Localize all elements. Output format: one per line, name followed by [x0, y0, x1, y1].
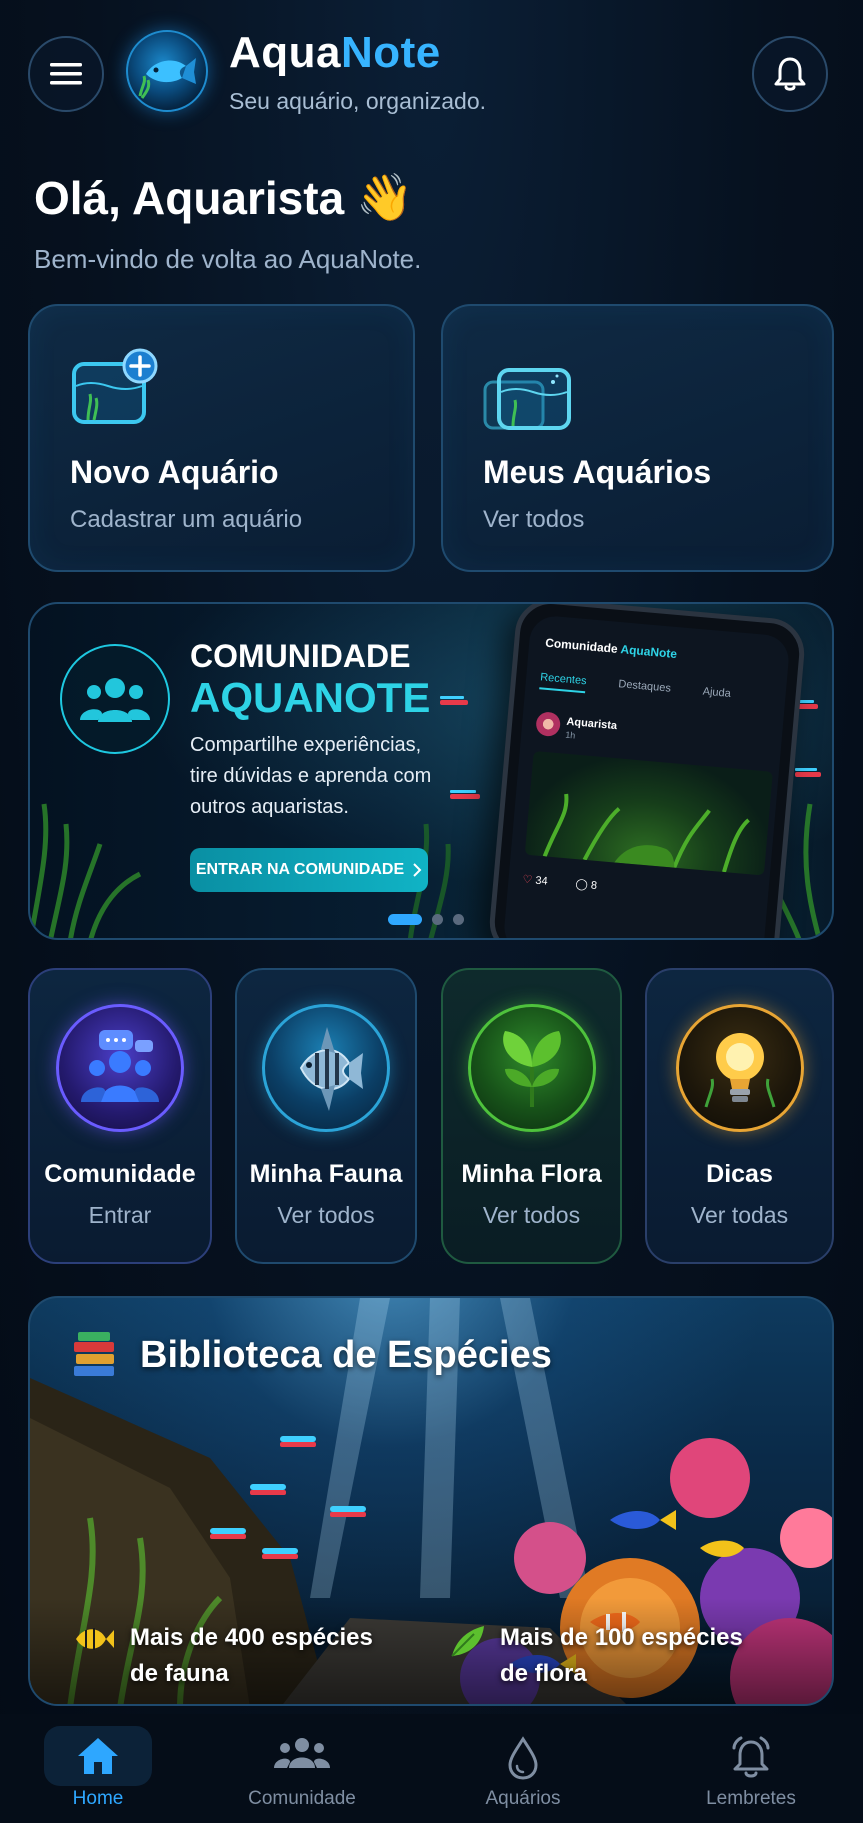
angelfish-icon: [262, 1004, 390, 1132]
category-flora-title: Minha Flora: [461, 1160, 602, 1188]
category-fauna-title: Minha Fauna: [249, 1160, 403, 1188]
nav-home[interactable]: Home: [18, 1726, 178, 1816]
post-image: [524, 750, 773, 876]
leaf-icon: [448, 1624, 486, 1663]
category-community-title: Comunidade: [44, 1160, 196, 1188]
phone-tab-recentes: Recentes: [539, 671, 588, 694]
category-fauna-subtitle: Ver todos: [277, 1202, 375, 1228]
my-aquariums-title: Meus Aquários: [483, 454, 712, 490]
fish-icon: [74, 1624, 114, 1659]
phone-header: Comunidade AquaNote: [544, 635, 678, 662]
library-title: Biblioteca de Espécies: [140, 1334, 552, 1376]
hamburger-icon: [50, 63, 82, 85]
category-flora-card[interactable]: Minha Flora Ver todos: [441, 968, 622, 1264]
post-avatar: [535, 711, 562, 738]
phone-mockup: Comunidade AquaNote Recentes Destaques A…: [486, 604, 808, 938]
fauna-stat: Mais de 400 espécies de fauna: [130, 1624, 373, 1687]
app-subtitle: Seu aquário, organizado.: [229, 88, 487, 114]
group-icon: [80, 678, 150, 722]
lightbulb-icon: [675, 1004, 804, 1132]
category-community-card[interactable]: Comunidade Entrar: [28, 968, 212, 1264]
category-tips-card[interactable]: Dicas Ver todas: [645, 968, 834, 1264]
community-ring: [60, 644, 170, 754]
category-tips-subtitle: Ver todas: [690, 1202, 789, 1228]
nav-community[interactable]: Comunidade: [222, 1726, 382, 1816]
carousel-dot-2[interactable]: [432, 914, 443, 925]
notifications-button[interactable]: [752, 36, 828, 112]
category-flora-subtitle: Ver todos: [482, 1202, 581, 1228]
category-fauna-card[interactable]: Minha Fauna Ver todos: [235, 968, 417, 1264]
phone-tab-ajuda: Ajuda: [702, 685, 732, 700]
carousel-dot-3[interactable]: [453, 914, 464, 925]
carousel-dot-1[interactable]: [388, 914, 422, 925]
community-icon: [56, 1004, 184, 1132]
my-aquariums-subtitle: Ver todos: [483, 506, 585, 533]
category-tips-title: Dicas: [706, 1160, 773, 1188]
post-reactions: ♡ 34 ◯ 8: [522, 873, 598, 892]
banner-description: Compartilhe experiências, tire dúvidas e…: [190, 734, 432, 818]
water-drop-icon: [506, 1736, 540, 1785]
aquariums-stack-icon: [483, 342, 583, 443]
books-icon: [70, 1332, 118, 1385]
community-banner[interactable]: COMUNIDADE AQUANOTE Compartilhe experiên…: [28, 602, 834, 940]
new-aquarium-subtitle: Cadastrar um aquário: [70, 506, 303, 533]
phone-tab-destaques: Destaques: [617, 678, 672, 695]
join-community-button[interactable]: ENTRAR NA COMUNIDADE: [190, 848, 428, 892]
greeting-title: Olá, Aquarista 👋: [34, 171, 414, 224]
carousel-indicator: [388, 914, 464, 925]
post-time: 1h: [564, 729, 576, 741]
home-icon: [76, 1736, 120, 1781]
nav-reminders[interactable]: Lembretes: [671, 1726, 831, 1816]
banner-title-line1: COMUNIDADE: [190, 638, 411, 674]
category-community-subtitle: Entrar: [88, 1202, 152, 1228]
flora-stat: Mais de 100 espécies de flora: [500, 1624, 743, 1687]
add-aquarium-icon: [70, 342, 166, 443]
people-icon: [274, 1736, 330, 1775]
waving-hand-icon: 👋: [356, 171, 414, 223]
welcome-text: Bem-vindo de volta ao AquaNote.: [34, 244, 422, 274]
bell-icon: [774, 57, 806, 91]
app-title: AquaNote: [229, 28, 441, 77]
menu-button[interactable]: [28, 36, 104, 112]
banner-title-line2: AQUANOTE: [190, 674, 431, 721]
chevron-right-icon: [413, 863, 422, 877]
bottom-navigation: Home Comunidade Aquários Lembretes: [0, 1714, 863, 1823]
phone-tabs: Recentes Destaques Ajuda: [539, 671, 731, 706]
species-library-card[interactable]: Biblioteca de Espécies Mais de 400 espéc…: [28, 1296, 834, 1706]
my-aquariums-card[interactable]: Meus Aquários Ver todos: [441, 304, 834, 572]
nav-aquariums[interactable]: Aquários: [443, 1726, 603, 1816]
new-aquarium-card[interactable]: Novo Aquário Cadastrar um aquário: [28, 304, 415, 572]
app-logo: [126, 30, 208, 112]
plant-icon: [467, 1004, 596, 1132]
new-aquarium-title: Novo Aquário: [70, 454, 279, 490]
alarm-bell-icon: [728, 1736, 774, 1785]
